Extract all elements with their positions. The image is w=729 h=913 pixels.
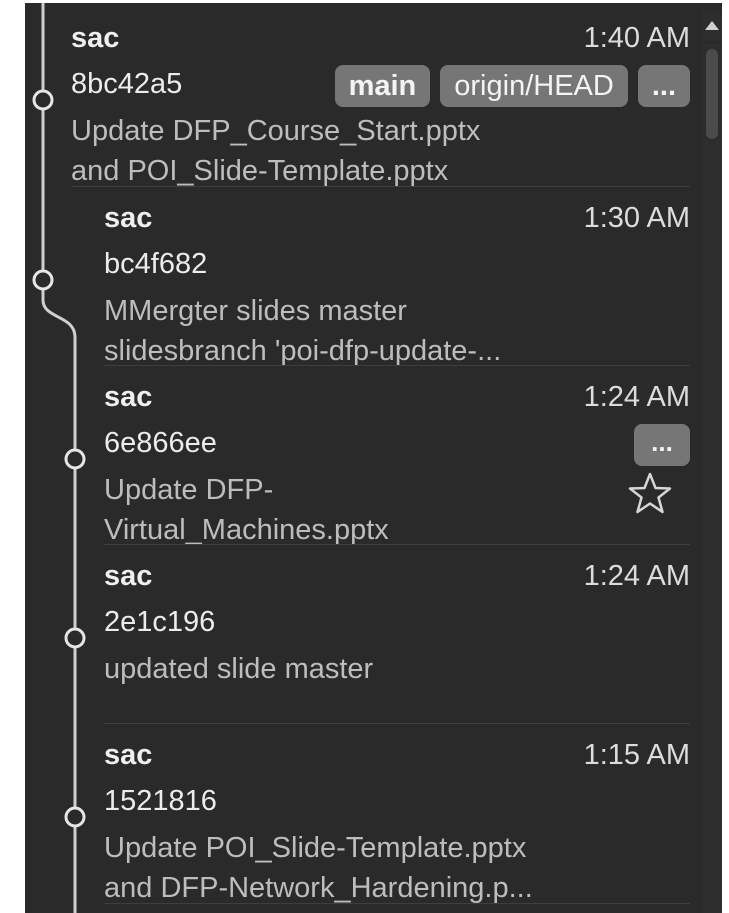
commit-time: 1:15 AM: [583, 739, 690, 771]
commit-hash: bc4f682: [104, 248, 208, 280]
commit-author: sac: [104, 560, 153, 592]
commit-author: sac: [71, 22, 120, 54]
commit-message: Update DFP- Virtual_Machines.pptx: [104, 470, 650, 550]
commit-hash: 1521816: [104, 785, 217, 817]
commit-message-line: updated slide master: [104, 653, 374, 685]
commit-author: sac: [104, 202, 153, 234]
commit-node[interactable]: [64, 806, 86, 828]
row-divider: [104, 903, 690, 904]
commit-message-line: MMergter slides master: [104, 295, 407, 327]
arrow-up-icon: [705, 21, 719, 30]
commit-hash: 8bc42a5: [71, 68, 183, 100]
commit-message-line: and DFP-Network_Hardening.p...: [104, 872, 533, 904]
commit-message-line: Update DFP_Course_Start.pptx: [71, 115, 481, 147]
commit-hash: 6e866ee: [104, 427, 217, 459]
commit-time: 1:40 AM: [583, 22, 690, 54]
commit-node[interactable]: [32, 89, 54, 111]
commit-message: Update POI_Slide-Template.pptx and DFP-N…: [104, 828, 650, 908]
scrollbar-thumb[interactable]: [706, 49, 718, 139]
branch-badge-origin-head[interactable]: origin/HEAD: [440, 65, 628, 107]
ref-badges: main origin/HEAD ...: [334, 65, 690, 107]
scrollbar-track[interactable]: [702, 43, 722, 913]
commit-node[interactable]: [32, 269, 54, 291]
scroll-up-button[interactable]: [702, 11, 722, 41]
commit-message: MMergter slides master slidesbranch 'poi…: [104, 291, 650, 371]
commit-row[interactable]: sac 1:40 AM 8bc42a5 main origin/HEAD ...…: [71, 7, 690, 187]
commit-time: 1:30 AM: [583, 202, 690, 234]
branch-badge-main[interactable]: main: [334, 65, 431, 107]
commit-row[interactable]: sac 1:24 AM 6e866ee ... Update DFP- Virt…: [104, 366, 690, 546]
commit-message-line: Update POI_Slide-Template.pptx: [104, 832, 527, 864]
commit-author: sac: [104, 381, 153, 413]
commit-time: 1:24 AM: [583, 381, 690, 413]
commit-node[interactable]: [64, 627, 86, 649]
commit-message: Update DFP_Course_Start.pptx and POI_Sli…: [71, 111, 650, 191]
commit-author: sac: [104, 739, 153, 771]
commit-row[interactable]: sac 1:24 AM 2e1c196 updated slide master: [104, 545, 690, 724]
star-outline-icon[interactable]: [626, 470, 674, 518]
commit-row[interactable]: sac 1:15 AM 1521816 Update POI_Slide-Tem…: [104, 724, 690, 904]
commit-history-panel: sac 1:40 AM 8bc42a5 main origin/HEAD ...…: [25, 3, 722, 913]
commit-message: updated slide master: [104, 649, 650, 689]
commit-message-line: Update DFP-: [104, 474, 274, 506]
commit-time: 1:24 AM: [583, 560, 690, 592]
more-button[interactable]: ...: [634, 424, 690, 466]
commit-hash: 2e1c196: [104, 606, 216, 638]
commit-node[interactable]: [64, 448, 86, 470]
commit-row[interactable]: sac 1:30 AM bc4f682 MMergter slides mast…: [104, 187, 690, 367]
commit-message-line: and POI_Slide-Template.pptx: [71, 155, 449, 187]
more-refs-button[interactable]: ...: [637, 65, 690, 107]
